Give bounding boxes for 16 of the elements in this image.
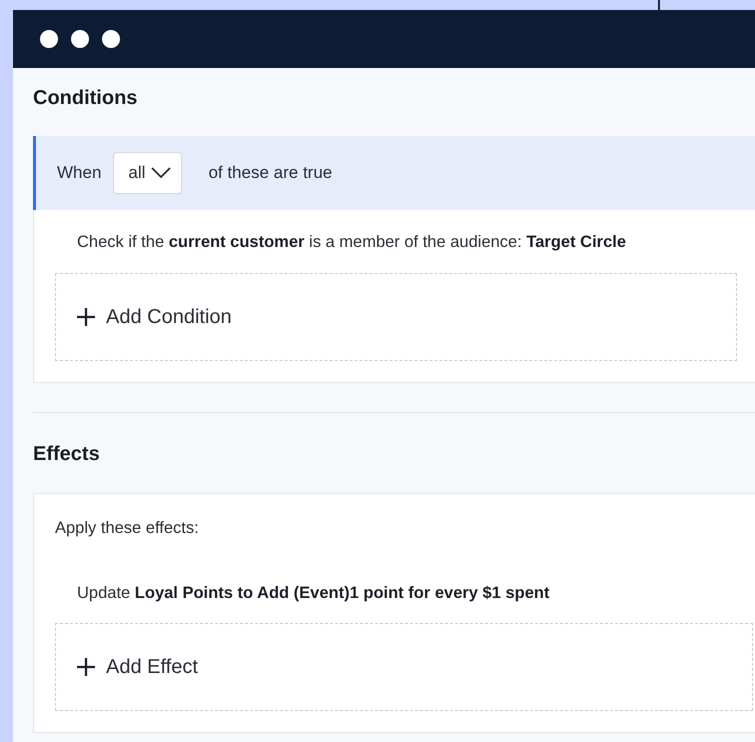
section-title: Conditions	[33, 86, 138, 111]
effects-intro: Apply these effects:	[55, 518, 200, 539]
plus-icon	[76, 307, 96, 327]
section-title: Effects	[33, 442, 101, 467]
chevron-down-icon	[151, 167, 172, 179]
window-control-dot[interactable]	[40, 30, 58, 48]
condition-text: Check if the current customer is a member of the audience: Target Circle	[77, 232, 628, 253]
add-effect-button[interactable]: Add Effect	[55, 623, 753, 711]
quantifier-dropdown[interactable]: all	[113, 152, 182, 194]
window-control-dot[interactable]	[102, 30, 120, 48]
plus-icon	[76, 657, 96, 677]
when-label: When	[57, 163, 102, 183]
effect-text: Update Loyal Points to Add (Event)1 point for every $1 spent	[77, 583, 550, 604]
condition-suffix: of these are true	[208, 163, 332, 183]
window-control-dot[interactable]	[71, 30, 89, 48]
add-condition-button[interactable]: Add Condition	[55, 273, 737, 361]
